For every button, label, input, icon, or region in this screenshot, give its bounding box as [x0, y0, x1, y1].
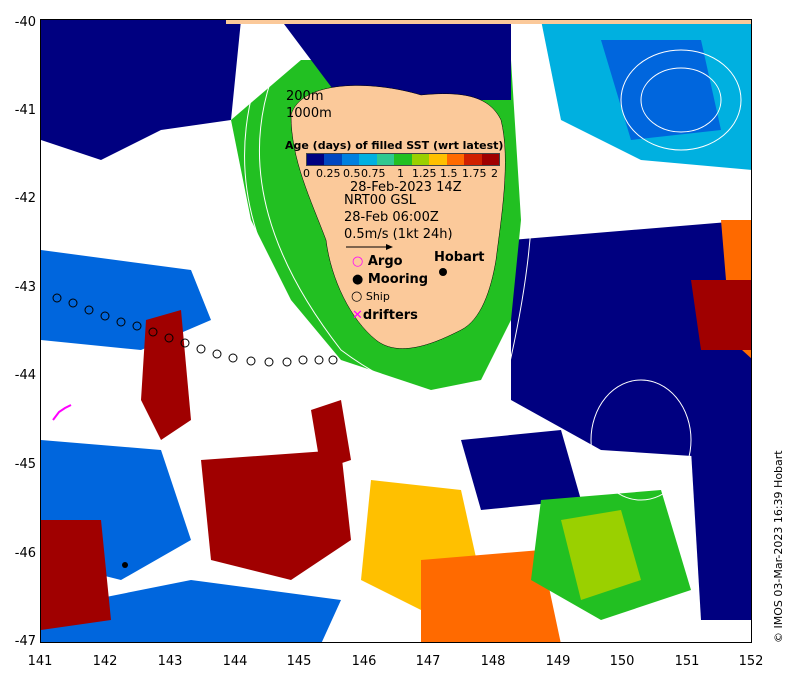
lat-label: -47	[14, 634, 36, 649]
argo-label: Argo	[367, 254, 403, 269]
lon-label: 143	[157, 654, 183, 669]
mooring-label: Mooring	[367, 272, 429, 287]
hobart-marker	[439, 268, 447, 276]
lon-label: 149	[545, 654, 571, 669]
colorbar-tick: 1.75	[462, 167, 487, 180]
lon-label: 147	[415, 654, 441, 669]
age-region-red-3	[41, 520, 111, 630]
colorbar	[306, 153, 500, 166]
scale-label: 0.5m/s (1kt 24h)	[344, 227, 453, 242]
current-source: NRT00 GSL	[344, 193, 416, 208]
lat-label: -41	[14, 103, 36, 118]
lat-label: -45	[14, 457, 36, 472]
age-region-se-navy	[691, 450, 751, 620]
colorbar-tick: 1	[397, 167, 404, 180]
lon-label: 144	[222, 654, 248, 669]
ship-legend: ○ Ship	[351, 289, 390, 304]
drifters-label: drifters	[362, 308, 418, 323]
lat-label: -42	[14, 191, 36, 206]
lat-label: -46	[14, 546, 36, 561]
age-region-east-red	[691, 280, 751, 350]
ship-marker-icon: ○	[351, 289, 363, 304]
colorbar-tick: 0.5	[343, 167, 361, 180]
lat-label: -44	[14, 368, 36, 383]
colorbar-tick: 1.25	[412, 167, 437, 180]
drifter-marker-icon: ✕	[352, 308, 363, 323]
depth-label-1000: 1000m	[286, 106, 332, 121]
current-date: 28-Feb 06:00Z	[344, 210, 439, 225]
lon-label: 148	[480, 654, 506, 669]
drifters-legend: ✕drifters	[352, 308, 418, 323]
lon-label: 146	[351, 654, 377, 669]
age-region-east-navy2	[461, 430, 581, 510]
map-panel	[40, 19, 752, 643]
sst-age-map	[41, 20, 751, 642]
colorbar-tick: 0.75	[361, 167, 386, 180]
lon-label: 145	[286, 654, 312, 669]
credit-text: © IMOS 03-Mar-2023 16:39 Hobart	[772, 450, 785, 643]
argo-legend: ○ Argo	[352, 254, 403, 269]
lat-label: -43	[14, 280, 36, 295]
city-label-hobart: Hobart	[434, 250, 485, 265]
mooring-marker-icon: ●	[352, 272, 364, 287]
lon-label: 141	[27, 654, 53, 669]
lon-label: 150	[609, 654, 635, 669]
colorbar-title: Age (days) of filled SST (wrt latest)	[285, 139, 504, 152]
argo-marker-icon: ○	[352, 254, 364, 269]
colorbar-tick: 0	[303, 167, 310, 180]
ship-label: Ship	[365, 290, 390, 303]
colorbar-tick: 2	[491, 167, 498, 180]
mooring-legend: ● Mooring	[352, 272, 428, 287]
victoria-land	[226, 20, 751, 24]
lon-label: 142	[92, 654, 118, 669]
lon-label: 151	[674, 654, 700, 669]
depth-label-200: 200m	[286, 89, 324, 104]
colorbar-tick: 1.5	[440, 167, 458, 180]
lat-label: -40	[14, 15, 36, 30]
lon-label: 152	[738, 654, 764, 669]
colorbar-tick: 0.25	[316, 167, 341, 180]
mooring-marker	[122, 562, 128, 568]
